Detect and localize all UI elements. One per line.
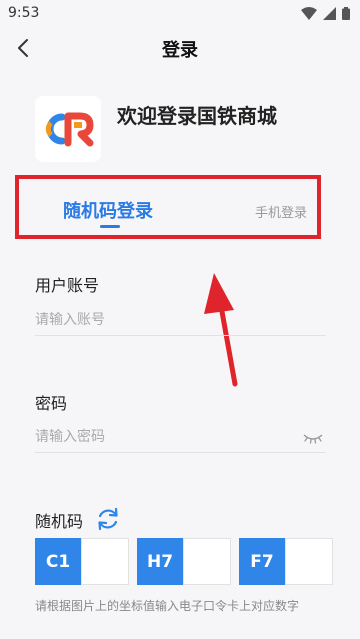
code-group-2: H7 <box>137 538 231 585</box>
tab-phone-login[interactable]: 手机登录 <box>255 202 307 221</box>
code-coordinate: H7 <box>137 538 183 585</box>
code-input-2[interactable] <box>183 538 231 585</box>
password-label: 密码 <box>35 394 68 413</box>
code-group-1: C1 <box>35 538 129 585</box>
code-input-1[interactable] <box>81 538 129 585</box>
welcome-title: 欢迎登录国铁商城 <box>117 104 277 128</box>
password-input[interactable] <box>35 422 326 453</box>
random-code-label: 随机码 <box>35 512 84 531</box>
random-code-hint: 请根据图片上的坐标值输入电子口令卡上对应数字 <box>35 599 300 613</box>
status-bar: 9:53 <box>0 0 360 26</box>
random-code-row: C1 H7 F7 <box>35 538 341 585</box>
account-input[interactable] <box>35 305 326 336</box>
top-nav: 登录 <box>0 26 360 70</box>
battery-icon <box>342 6 350 20</box>
status-time: 9:53 <box>8 5 40 21</box>
account-label: 用户账号 <box>35 276 100 295</box>
eye-closed-icon[interactable] <box>302 432 324 446</box>
app-logo <box>35 96 101 162</box>
code-input-3[interactable] <box>285 538 333 585</box>
code-coordinate: C1 <box>35 538 81 585</box>
wifi-icon <box>301 6 317 20</box>
code-group-3: F7 <box>239 538 333 585</box>
code-coordinate: F7 <box>239 538 285 585</box>
signal-icon <box>323 6 336 20</box>
page-title: 登录 <box>162 40 198 61</box>
tab-active-indicator <box>100 225 120 228</box>
tab-random-code-login[interactable]: 随机码登录 <box>63 197 153 223</box>
refresh-icon[interactable] <box>95 506 121 532</box>
login-tabs: 随机码登录 手机登录 <box>15 175 321 239</box>
status-icons <box>301 6 350 20</box>
